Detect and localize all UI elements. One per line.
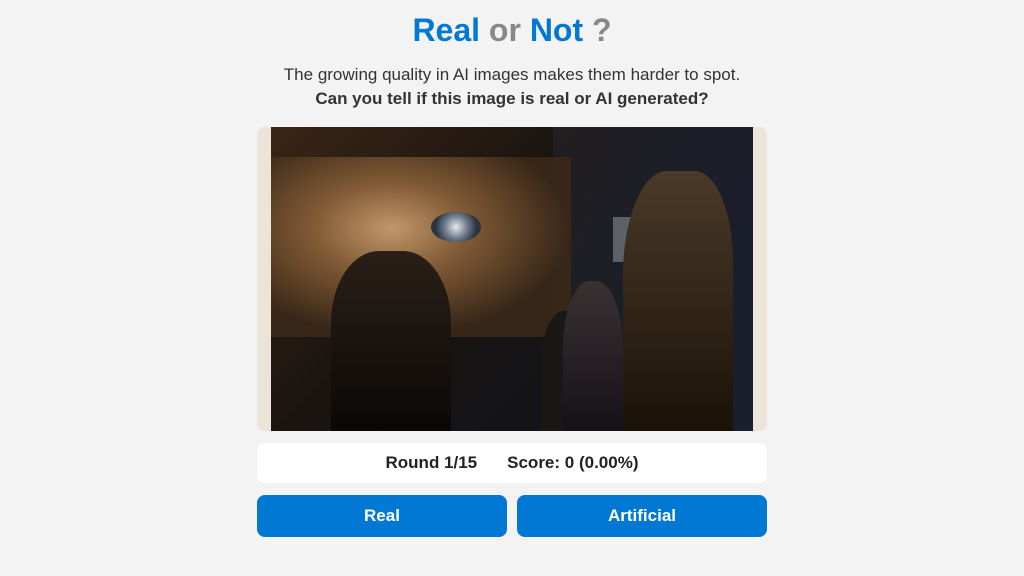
page-title: Real or Not ?: [412, 12, 611, 49]
title-question-mark: ?: [592, 12, 612, 48]
image-card: [257, 127, 767, 431]
title-or: or: [489, 12, 521, 48]
score-label: Score: 0 (0.00%): [507, 453, 638, 473]
round-label: Round 1/15: [386, 453, 478, 473]
subtitle-line1: The growing quality in AI images makes t…: [284, 63, 740, 87]
subtitle-line2: Can you tell if this image is real or AI…: [284, 87, 740, 111]
challenge-image: [271, 127, 753, 431]
title-not: Not: [530, 12, 583, 48]
real-button[interactable]: Real: [257, 495, 507, 537]
artificial-button[interactable]: Artificial: [517, 495, 767, 537]
status-bar: Round 1/15 Score: 0 (0.00%): [257, 443, 767, 483]
button-row: Real Artificial: [257, 495, 767, 537]
subtitle: The growing quality in AI images makes t…: [284, 63, 740, 111]
title-real: Real: [412, 12, 480, 48]
